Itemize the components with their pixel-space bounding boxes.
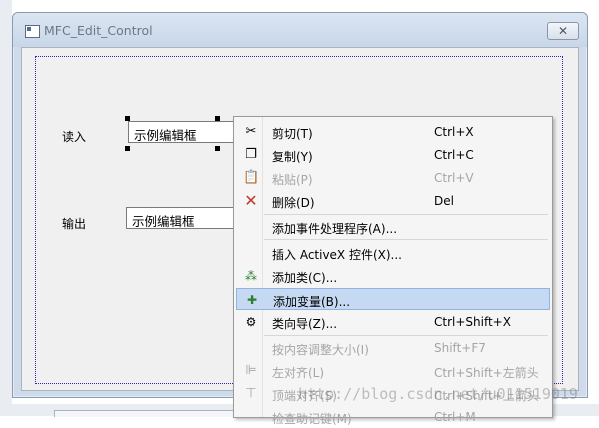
menu-item-label: 删除(D) [272, 196, 315, 210]
menu-item-label: 添加事件处理程序(A)... [272, 222, 398, 236]
menu-item-cut[interactable]: ✂ 剪切(T) Ctrl+X [236, 121, 550, 143]
resize-handle[interactable] [125, 116, 130, 121]
copy-icon: ❐ [245, 147, 257, 162]
menu-item-label: 检查助记键(M) [272, 412, 352, 426]
close-button[interactable]: ✕ [547, 22, 579, 40]
menu-item-insert-activex[interactable]: 插入 ActiveX 控件(X)... [236, 242, 550, 264]
menu-item-size-to-content[interactable]: 按内容调整大小(I) Shift+F7 [236, 337, 550, 359]
class-wizard-icon: ⚙ [245, 315, 257, 329]
output-label: 输出 [62, 217, 87, 231]
menu-separator [264, 239, 548, 240]
menu-item-add-class[interactable]: ⁂ 添加类(C)... [236, 265, 550, 287]
menu-item-label: 左对齐(L) [272, 366, 325, 380]
menu-item-shortcut: Ctrl+Shift+X [434, 315, 511, 329]
input-label: 读入 [62, 130, 87, 144]
menu-item-label: 按内容调整大小(I) [272, 343, 369, 357]
window-icon [25, 25, 40, 38]
title-bar[interactable]: MFC_Edit_Control ✕ [13, 13, 587, 47]
resize-handle[interactable] [125, 146, 130, 151]
menu-item-check-mnemonics[interactable]: 检查助记键(M) Ctrl+M [236, 406, 550, 428]
ide-left-strip [0, 0, 12, 416]
resize-handle[interactable] [215, 146, 220, 151]
align-left-icon: ⊫ [245, 363, 257, 378]
delete-x-icon: ✕ [244, 191, 258, 210]
menu-item-add-variable[interactable]: ✚ 添加变量(B)... [236, 288, 550, 310]
menu-item-label: 复制(Y) [272, 150, 313, 164]
align-top-icon: ⊤ [245, 386, 257, 401]
menu-item-label: 粘贴(P) [272, 173, 313, 187]
add-variable-icon: ✚ [246, 293, 258, 307]
menu-item-shortcut: Shift+F7 [434, 341, 486, 355]
menu-item-add-event-handler[interactable]: 添加事件处理程序(A)... [236, 216, 550, 238]
window-title: MFC_Edit_Control [44, 23, 153, 38]
watermark-text: http://blog.csdn.net/u011519019 [298, 385, 578, 403]
menu-item-copy[interactable]: ❐ 复制(Y) Ctrl+C [236, 144, 550, 166]
menu-item-label: 类向导(Z)... [272, 317, 338, 331]
menu-item-label: 剪切(T) [272, 127, 313, 141]
menu-item-label: 添加变量(B)... [273, 295, 351, 309]
menu-item-label: 插入 ActiveX 控件(X)... [272, 248, 402, 262]
menu-item-class-wizard[interactable]: ⚙ 类向导(Z)... Ctrl+Shift+X [236, 311, 550, 333]
menu-item-shortcut: Ctrl+X [434, 125, 474, 139]
menu-item-shortcut: Ctrl+V [434, 171, 474, 185]
menu-item-shortcut: Ctrl+M [434, 410, 476, 424]
menu-item-shortcut: Ctrl+C [434, 148, 474, 162]
menu-item-paste[interactable]: 📋 粘贴(P) Ctrl+V [236, 167, 550, 189]
add-class-icon: ⁂ [245, 269, 257, 283]
menu-item-align-left[interactable]: ⊫ 左对齐(L) Ctrl+Shift+左箭头 [236, 360, 550, 382]
menu-item-label: 添加类(C)... [272, 271, 338, 285]
resize-handle[interactable] [215, 116, 220, 121]
menu-item-shortcut: Ctrl+Shift+左箭头 [434, 366, 539, 380]
menu-separator [264, 214, 548, 215]
scissors-icon: ✂ [245, 124, 257, 139]
menu-item-delete[interactable]: ✕ 删除(D) Del [236, 190, 550, 212]
menu-item-shortcut: Del [434, 194, 454, 208]
context-menu: ✂ 剪切(T) Ctrl+X ❐ 复制(Y) Ctrl+C 📋 粘贴(P) Ct… [233, 116, 553, 426]
paste-icon: 📋 [243, 170, 260, 185]
menu-separator [264, 335, 548, 336]
